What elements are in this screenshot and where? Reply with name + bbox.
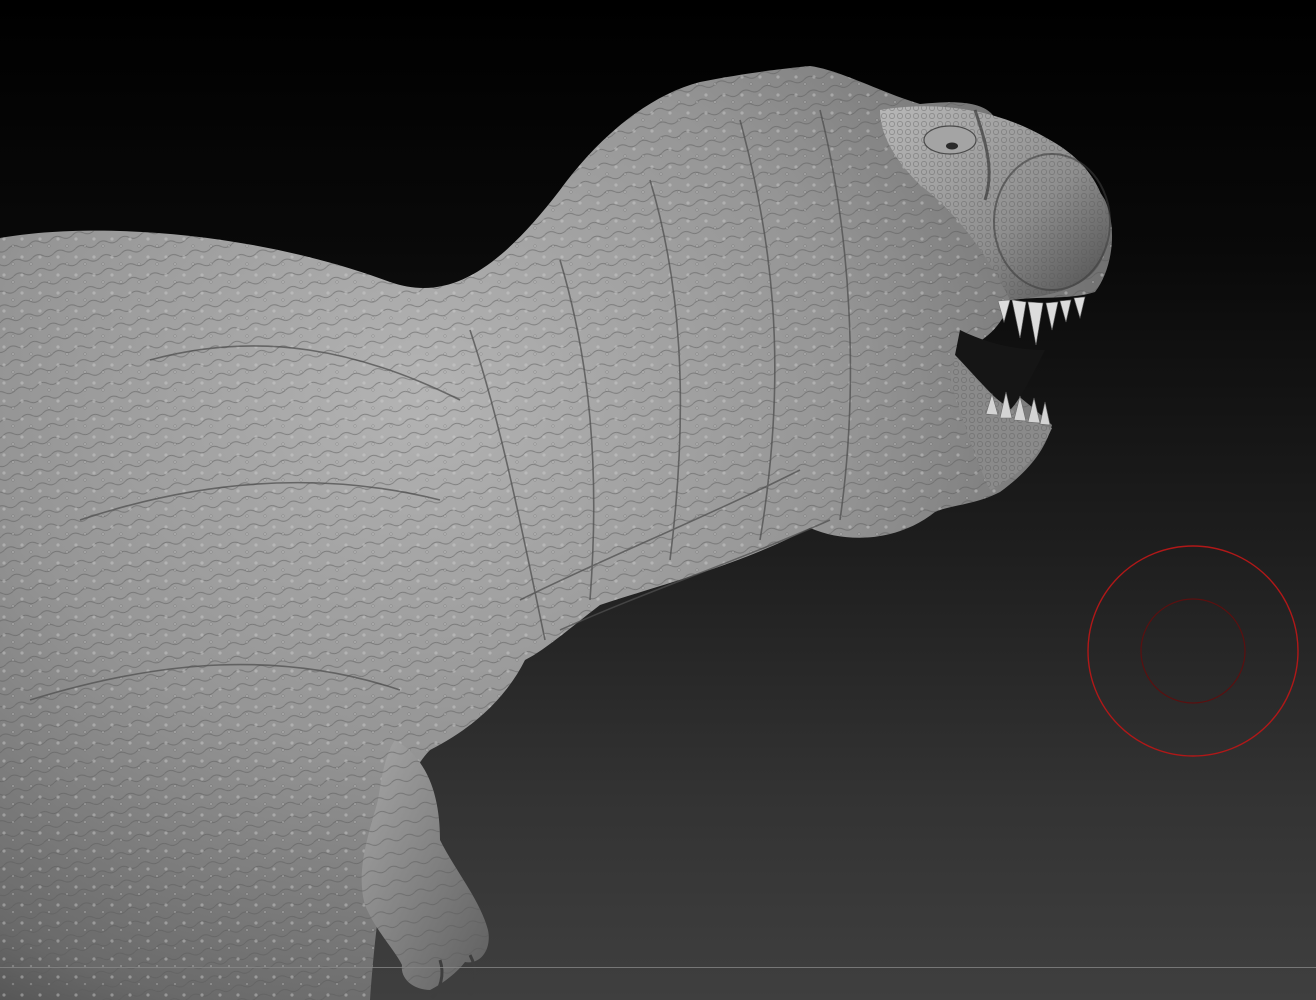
floor-grid-line (0, 967, 1316, 968)
dinosaur-model[interactable] (0, 0, 1316, 1000)
sculpt-viewport[interactable] (0, 0, 1316, 1000)
upper-teeth (997, 296, 1086, 346)
